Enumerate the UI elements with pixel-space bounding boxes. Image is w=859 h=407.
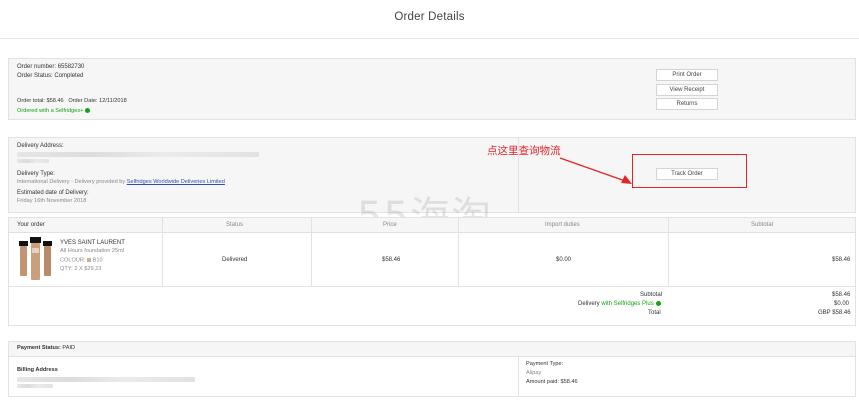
billing-address-label: Billing Address: [17, 367, 58, 373]
item-import-duties: $0.00: [556, 257, 572, 263]
colour-swatch-icon: [87, 258, 92, 262]
totals-delivery-value: $0.00: [834, 301, 850, 307]
col-divider-4: [668, 218, 669, 286]
header-status: Status: [226, 222, 244, 228]
title-divider: [0, 38, 859, 39]
product-name: All Hours foundation 25ml: [60, 248, 125, 254]
annotation-text: 点这里查询物流: [487, 145, 561, 157]
col-divider-1: [162, 218, 163, 286]
items-table: [8, 217, 856, 326]
totals-total-value: GBP $58.46: [818, 310, 851, 316]
selfridges-deliveries-link[interactable]: Selfridges Worldwide Deliveries Limited: [127, 179, 225, 185]
header-import-duties: Import duties: [545, 222, 580, 228]
estimated-delivery-label: Estimated date of Delivery:: [17, 190, 89, 196]
print-order-button[interactable]: Print Order: [656, 69, 718, 81]
order-total-date: Order total: $58.46 Order Date: 12/11/20…: [17, 98, 127, 104]
product-colour: COLOUR: B10: [60, 257, 103, 264]
payment-status: Payment Status: PAID: [17, 345, 76, 351]
delivery-type-value: International Delivery - Delivery provid…: [17, 179, 225, 185]
estimated-delivery-value: Friday 16th November 2018: [17, 198, 87, 204]
blurred-address: [17, 152, 259, 157]
check-icon: [655, 301, 661, 306]
header-price: Price: [383, 222, 397, 228]
header-divider: [9, 232, 855, 233]
totals-delivery-label: Delivery with Selfridges Plus: [578, 301, 661, 307]
track-order-button[interactable]: Track Order: [656, 168, 718, 180]
col-divider-3: [458, 218, 459, 286]
order-status: Order Status: Completed: [17, 73, 84, 79]
item-subtotal: $58.46: [832, 257, 851, 263]
header-your-order: Your order: [17, 222, 45, 228]
totals-subtotal-label: Subtotal: [640, 292, 663, 298]
totals-subtotal-value: $58.46: [832, 292, 851, 298]
totals-total-label: Total: [648, 310, 661, 316]
product-brand: YVES SAINT LAURENT: [60, 240, 125, 246]
returns-button[interactable]: Returns: [656, 98, 718, 110]
payment-divider: [518, 357, 519, 396]
order-number: Order number: 65582730: [17, 64, 85, 70]
check-icon: [85, 108, 91, 113]
ordered-with-selfridges-plus: Ordered with a Selfridges+: [17, 108, 91, 115]
delivery-address-label: Delivery Address:: [17, 143, 64, 149]
col-divider-2: [311, 218, 312, 286]
product-image: [17, 236, 55, 282]
blurred-address-line-2: [17, 159, 49, 163]
header-subtotal: Subtotal: [751, 222, 774, 228]
blurred-billing-address: [17, 377, 195, 382]
payment-type-value: Alipay: [526, 370, 542, 376]
items-table-header: [9, 218, 855, 232]
item-status: Delivered: [222, 257, 248, 263]
blurred-billing-address-line-2: [17, 384, 53, 388]
page-title: Order Details: [394, 11, 465, 23]
row-divider: [9, 286, 855, 287]
order-summary-panel: [8, 58, 856, 120]
amount-paid: Amount paid: $58.46: [526, 379, 578, 385]
delivery-type-label: Delivery Type:: [17, 171, 55, 177]
payment-type-label: Payment Type:: [526, 361, 564, 367]
product-qty: QTY: 2 X $29.23: [60, 266, 102, 272]
view-receipt-button[interactable]: View Receipt: [656, 84, 718, 96]
item-price: $58.46: [382, 257, 401, 263]
